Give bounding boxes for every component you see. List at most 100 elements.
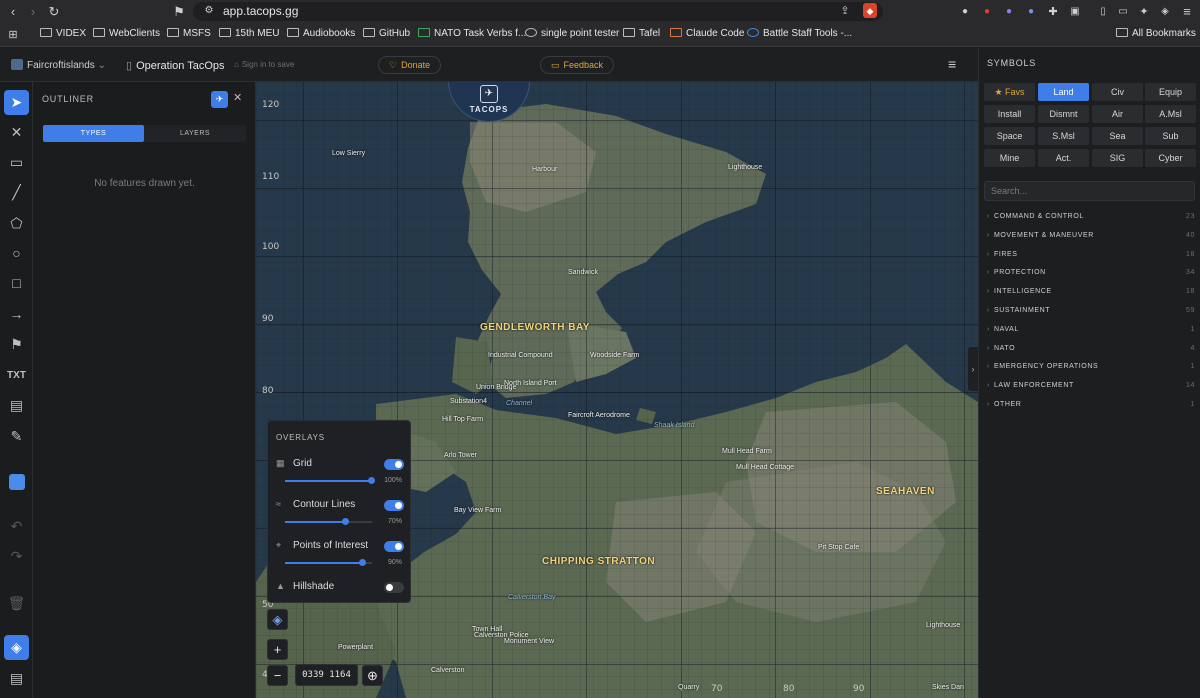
bookmark-item[interactable]: Battle Staff Tools -... [747, 28, 852, 39]
bookmark-item[interactable]: single point tester [525, 28, 619, 39]
close-tool-icon[interactable]: ✕ [4, 120, 29, 145]
map-selector[interactable]: Faircroftislands ⌄ [11, 59, 106, 71]
reload-icon[interactable]: ↻ [47, 4, 61, 20]
symbol-tab-favs[interactable]: ★ Favs [984, 83, 1035, 101]
slider-knob[interactable] [368, 477, 375, 484]
symbol-tab-install[interactable]: Install [984, 105, 1035, 123]
pencil-tool-icon[interactable]: ✎ [4, 424, 29, 449]
symbol-tab-civ[interactable]: Civ [1092, 83, 1143, 101]
forward-icon[interactable]: › [26, 4, 40, 20]
line-tool-icon[interactable]: ╱ [4, 180, 29, 205]
bookmark-folder[interactable]: WebClients [93, 28, 160, 39]
bookmark-folder[interactable]: MSFS [167, 28, 211, 39]
slider-knob[interactable] [341, 518, 349, 525]
undo-icon[interactable]: ↶ [4, 514, 29, 539]
symbol-tab-smsl[interactable]: S.Msl [1038, 127, 1089, 145]
pin-icon[interactable]: ✈ [211, 91, 228, 108]
back-icon[interactable]: ‹ [6, 4, 20, 20]
extension-icon[interactable]: ● [1024, 4, 1038, 20]
document-icon[interactable]: ▤ [4, 666, 29, 691]
symbol-tab-amsl[interactable]: A.Msl [1145, 105, 1196, 123]
tab-layers[interactable]: LAYERS [144, 125, 246, 142]
locate-icon[interactable]: ⊕ [362, 665, 383, 686]
symbol-category[interactable]: › FIRES 18 [987, 251, 1195, 265]
zoom-in-button[interactable]: + [267, 639, 288, 660]
menu-icon[interactable]: ≡ [1180, 4, 1194, 20]
symbol-tab-sig[interactable]: SIG [1092, 149, 1143, 167]
symbol-tab-dismnt[interactable]: Dismnt [1038, 105, 1089, 123]
tab-types[interactable]: TYPES [43, 125, 144, 142]
layers-icon[interactable]: ◈ [4, 635, 29, 660]
contour-toggle[interactable] [384, 500, 404, 511]
all-bookmarks[interactable]: All Bookmarks [1116, 28, 1196, 39]
symbol-category[interactable]: › LAW ENFORCEMENT 14 [987, 382, 1195, 396]
sign-in-link[interactable]: ⌂ Sign in to save [234, 60, 294, 69]
bookmark-item[interactable]: NATO Task Verbs f... [418, 28, 526, 39]
bookmark-icon[interactable]: ⚑ [172, 4, 186, 20]
symbol-category[interactable]: › INTELLIGENCE 18 [987, 288, 1195, 302]
grid-toggle[interactable] [384, 459, 404, 470]
panel-toggle-icon[interactable]: › [968, 347, 978, 391]
feedback-button[interactable]: ▭ Feedback [540, 56, 615, 74]
poi-toggle[interactable] [384, 541, 404, 552]
symbol-category[interactable]: › NAVAL 1 [987, 326, 1195, 340]
grid-opacity-slider[interactable] [285, 477, 375, 484]
symbol-category[interactable]: › MOVEMENT & MANEUVER 40 [987, 232, 1195, 246]
bookmark-folder[interactable]: 15th MEU [219, 28, 279, 39]
text-tool-icon[interactable]: TXT [4, 363, 29, 388]
symbol-tab-sea[interactable]: Sea [1092, 127, 1143, 145]
symbol-tab-mine[interactable]: Mine [984, 149, 1035, 167]
symbol-tab-cyber[interactable]: Cyber [1145, 149, 1196, 167]
extension-icon[interactable]: ● [958, 4, 972, 20]
arrow-tool-icon[interactable]: → [4, 302, 29, 327]
trash-icon[interactable]: 🗑 [4, 591, 29, 616]
symbol-tab-air[interactable]: Air [1092, 105, 1143, 123]
symbol-category[interactable]: › SUSTAINMENT 59 [987, 307, 1195, 321]
select-tool-icon[interactable]: ➤ [4, 90, 29, 115]
bookmark-item[interactable]: Claude Code [670, 28, 744, 39]
symbol-category[interactable]: › COMMAND & CONTROL 23 [987, 213, 1195, 227]
bookmark-folder[interactable]: Tafel [623, 28, 660, 39]
bookmark-item[interactable]: VIDEX [40, 28, 86, 39]
symbol-search-input[interactable] [984, 181, 1195, 201]
map-canvas[interactable]: 120 110 100 90 80 50 40 70 80 90 Low Sie… [256, 82, 978, 698]
poi-opacity-slider[interactable] [285, 559, 372, 566]
flag-tool-icon[interactable]: ⚑ [4, 332, 29, 357]
vpn-icon[interactable]: ◈ [1158, 4, 1172, 20]
apps-grid-icon[interactable]: ⊞ [6, 27, 20, 43]
symbol-tab-sub[interactable]: Sub [1145, 127, 1196, 145]
hamburger-menu-icon[interactable]: ≡ [948, 56, 956, 72]
symbol-tab-land[interactable]: Land [1038, 83, 1089, 101]
symbol-tab-space[interactable]: Space [984, 127, 1035, 145]
share-icon[interactable]: ⇪ [839, 3, 851, 19]
symbol-category[interactable]: › EMERGENCY OPERATIONS 1 [987, 363, 1195, 377]
slider-knob[interactable] [359, 559, 367, 566]
close-icon[interactable]: ✕ [233, 91, 247, 104]
contour-opacity-slider[interactable] [285, 518, 372, 525]
extension-icon[interactable]: ● [1002, 4, 1016, 20]
redo-icon[interactable]: ↷ [4, 544, 29, 569]
bookmark-folder[interactable]: GitHub [363, 28, 410, 39]
address-bar[interactable]: ⚙ app.tacops.gg ⇪ ◆ [193, 2, 883, 21]
layers-button[interactable]: ◈ [267, 609, 288, 630]
rectangle-tool-icon[interactable]: □ [4, 271, 29, 296]
sidebar-icon[interactable]: ▯ [1096, 4, 1110, 20]
symbol-category[interactable]: › NATO 4 [987, 345, 1195, 359]
ruler-tool-icon[interactable]: ▤ [4, 393, 29, 418]
zoom-out-button[interactable]: − [267, 665, 288, 686]
media-icon[interactable]: ▣ [1068, 4, 1082, 20]
wallet-icon[interactable]: ▭ [1116, 4, 1130, 20]
comment-tool-icon[interactable]: ▭ [4, 150, 29, 175]
polygon-tool-icon[interactable]: ⬠ [4, 211, 29, 236]
puzzle-icon[interactable]: ✚ [1046, 4, 1060, 20]
site-settings-icon[interactable]: ⚙ [203, 3, 215, 19]
leo-icon[interactable]: ✦ [1137, 4, 1151, 20]
symbol-category[interactable]: › PROTECTION 34 [987, 269, 1195, 283]
symbol-tab-equip[interactable]: Equip [1145, 83, 1196, 101]
hillshade-toggle[interactable] [384, 582, 404, 593]
bookmark-folder[interactable]: Audiobooks [287, 28, 355, 39]
extension-icon[interactable]: ● [980, 4, 994, 20]
circle-tool-icon[interactable]: ○ [4, 241, 29, 266]
donate-button[interactable]: ♡ Donate [378, 56, 442, 74]
brave-shield-icon[interactable]: ◆ [863, 3, 877, 18]
